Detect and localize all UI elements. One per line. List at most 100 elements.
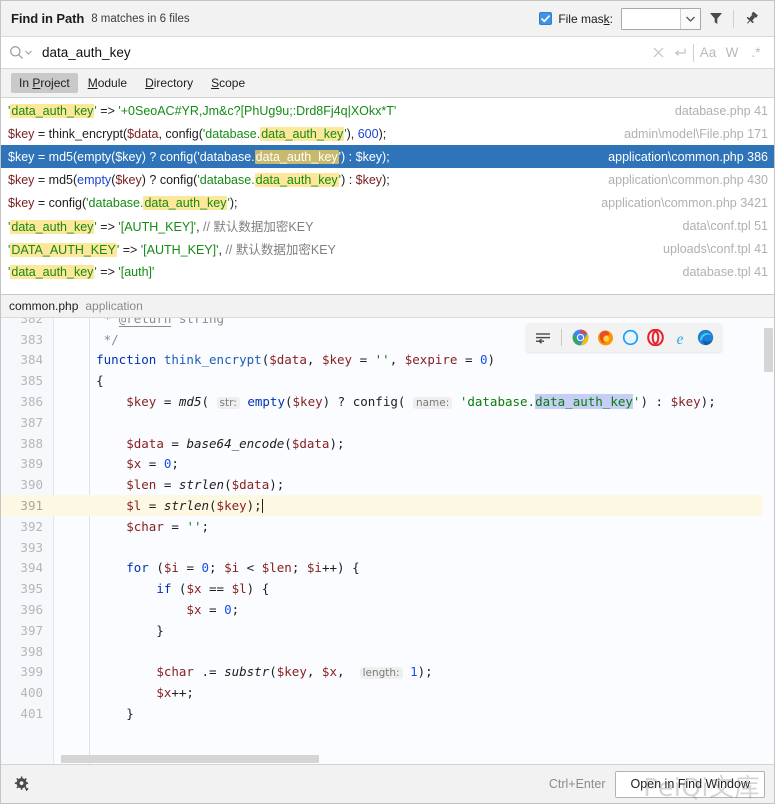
code-token: $char (126, 518, 164, 534)
code-token: ( (224, 477, 232, 493)
file-mask-input[interactable] (622, 8, 680, 29)
editor-line: 397 } (1, 620, 774, 641)
code-token: = think_encrypt( (34, 126, 128, 141)
match-highlight: data_auth_key (254, 172, 339, 187)
search-scope-dropdown[interactable] (9, 45, 32, 60)
editor-line: 388 $data = base64_encode($data); (1, 433, 774, 454)
code-token: 0 (480, 352, 488, 368)
firefox-icon[interactable] (595, 328, 615, 348)
line-code: if ($x == $l) { (54, 581, 269, 596)
tab-in-project[interactable]: In Project (11, 73, 78, 93)
code-token: $key (8, 149, 35, 164)
code-token: } (66, 706, 134, 722)
file-mask-combo[interactable] (621, 7, 701, 30)
soft-wrap-glyph (536, 332, 550, 344)
code-token: $key (126, 394, 157, 410)
file-mask-dropdown-arrow[interactable] (680, 8, 700, 29)
open-in-find-window-button[interactable]: Open in Find Window (615, 770, 765, 798)
result-row[interactable]: $key = config('database.data_auth_key');… (1, 191, 774, 214)
result-row[interactable]: 'data_auth_key' => '[auth]' database.tpl … (1, 260, 774, 283)
code-token: = (156, 394, 179, 410)
code-token: ); (329, 435, 345, 451)
match-highlight: data_auth_key (10, 220, 95, 234)
vertical-scrollbar-thumb[interactable] (764, 328, 773, 372)
opera-icon[interactable] (645, 328, 665, 348)
code-token: = config( (34, 195, 87, 210)
match-highlight: data_auth_key (143, 195, 228, 210)
horizontal-scrollbar-thumb[interactable] (61, 755, 319, 763)
code-token: ); (246, 498, 262, 514)
code-token: = (352, 352, 375, 368)
editor-line: 393 (1, 537, 774, 558)
code-token: $key (355, 172, 383, 187)
pin-button[interactable] (736, 5, 766, 33)
results-list[interactable]: 'data_auth_key' => '+0SeoAC#YR,Jm&c?[PhU… (1, 98, 774, 294)
line-number: 393 (20, 539, 43, 555)
filter-button[interactable] (701, 5, 731, 33)
code-token: ; (291, 560, 307, 576)
search-input[interactable] (40, 44, 647, 61)
code-token: '[AUTH_KEY]' (118, 220, 197, 234)
code-token: $i (163, 560, 179, 576)
shortcut-hint: Ctrl+Enter (548, 777, 606, 791)
soft-wrap-icon[interactable] (533, 328, 553, 348)
code-token: ) ? (322, 394, 353, 410)
chrome-icon[interactable] (570, 328, 590, 348)
editor-vertical-scrollbar[interactable] (763, 318, 774, 764)
code-token: 0 (224, 602, 232, 618)
code-token: 'database. (197, 149, 255, 164)
code-token: $char (156, 664, 194, 680)
safari-glyph (622, 329, 638, 346)
match-highlight: data_auth_key (254, 149, 339, 164)
line-number: 390 (20, 477, 43, 493)
line-number: 401 (20, 706, 43, 722)
result-row[interactable]: 'data_auth_key' => '[AUTH_KEY]', // 默认数据… (1, 214, 774, 237)
code-token: $x (186, 581, 202, 597)
result-row[interactable]: $key = md5(empty($key) ? config('databas… (1, 168, 774, 191)
internet-explorer-icon[interactable]: e (670, 328, 690, 348)
line-number: 386 (20, 394, 43, 410)
result-location: database.php 41 (674, 103, 768, 118)
scope-tabs: In Project Module Directory Scope (1, 69, 774, 98)
code-token: $key (8, 172, 35, 187)
tab-directory[interactable]: Directory (137, 73, 201, 93)
words-toggle[interactable]: W (720, 41, 744, 65)
result-row[interactable]: 'DATA_AUTH_KEY' => '[AUTH_KEY]', // 默认数据… (1, 237, 774, 260)
search-history-button[interactable] (669, 41, 691, 65)
edge-icon[interactable] (695, 328, 715, 348)
code-token: ) : (640, 394, 671, 410)
line-code: { (54, 373, 104, 388)
find-in-path-dialog: Find in Path 8 matches in 6 files File m… (0, 0, 775, 804)
clear-search-button[interactable] (647, 41, 669, 65)
match-case-toggle[interactable]: Aa (696, 41, 720, 65)
code-token: 600 (357, 126, 379, 141)
code-token: $key (115, 149, 142, 164)
settings-button[interactable] (14, 776, 31, 793)
code-token: $x (126, 456, 142, 472)
editor-horizontal-scrollbar[interactable] (54, 754, 763, 764)
code-editor[interactable]: 382 * @return string 383 */ 384 function t… (1, 318, 774, 764)
line-code: $x = 0; (54, 602, 239, 617)
editor-line: 386 $key = md5( str: empty($key) ? confi… (1, 391, 774, 412)
code-token: strlen (163, 498, 210, 514)
result-row[interactable]: $key = think_encrypt($data, config('data… (1, 122, 774, 145)
code-token: => (119, 243, 141, 257)
editor-line: 400 $x++; (1, 682, 774, 703)
tab-module[interactable]: Module (80, 73, 135, 93)
tab-scope[interactable]: Scope (203, 73, 253, 93)
regex-toggle[interactable]: .* (744, 41, 768, 65)
safari-icon[interactable] (620, 328, 640, 348)
pin-icon (746, 11, 758, 24)
code-token: substr (224, 664, 270, 680)
result-row[interactable]: $key = md5(empty($key) ? config('databas… (1, 145, 774, 168)
result-row[interactable]: 'data_auth_key' => '+0SeoAC#YR,Jm&c?[PhU… (1, 99, 774, 122)
match-highlight: data_auth_key (260, 126, 345, 141)
line-number: 396 (20, 602, 43, 618)
code-token: * (66, 318, 119, 326)
result-code-snippet: 'data_auth_key' => '+0SeoAC#YR,Jm&c?[PhU… (8, 103, 396, 118)
file-mask-checkbox[interactable] (539, 12, 553, 25)
code-token: ( (171, 581, 187, 597)
